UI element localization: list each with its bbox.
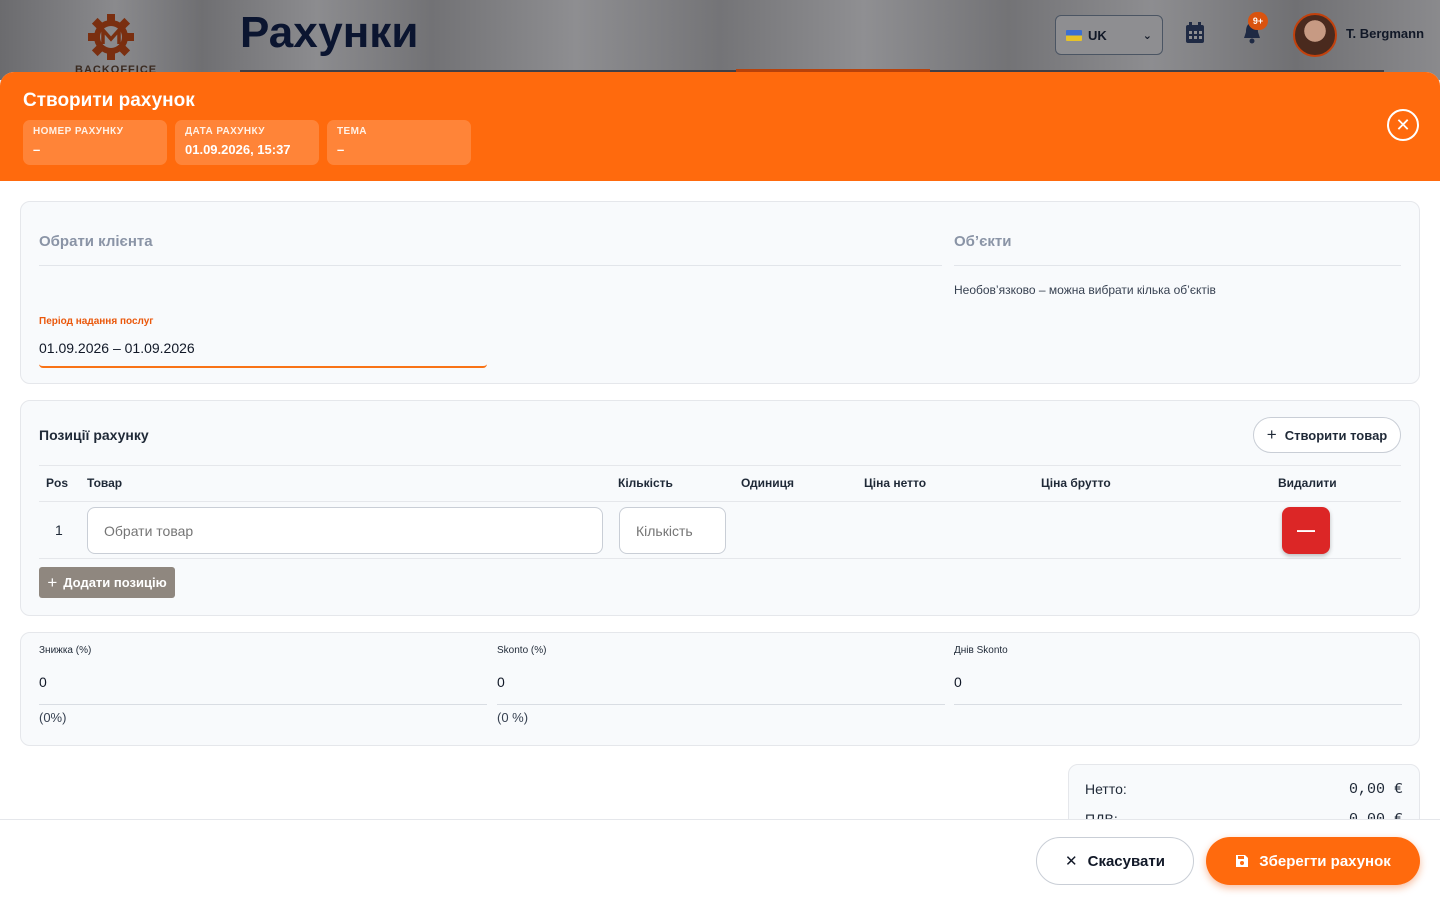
language-label: UK (1088, 27, 1107, 43)
skonto-field: Skonto (%) 0 (0 %) (497, 633, 945, 747)
objects-hint: Необов’язково – можна вибрати кілька об’… (954, 283, 1216, 297)
cancel-button[interactable]: ✕ Скасувати (1036, 837, 1194, 885)
skonto-hint: (0 %) (497, 710, 529, 725)
table-header: Pos Товар Кількість Одиниця Ціна нетто Ц… (39, 465, 1401, 502)
meta-value: 01.09.2026, 15:37 (185, 142, 291, 157)
skonto-days-label: Днів Skonto (954, 645, 1008, 656)
discount-section: Знижка (%) 0 (0%) Skonto (%) 0 (0 %) Дні… (20, 632, 1420, 746)
logo-gear-icon (88, 14, 134, 60)
delete-position-button[interactable]: — (1282, 507, 1330, 554)
calendar-icon[interactable] (1185, 22, 1205, 44)
meta-value: – (337, 142, 345, 157)
product-select-input[interactable] (87, 507, 603, 554)
create-invoice-modal: Створити рахунок НОМЕР РАХУНКУ – ДАТА РА… (0, 72, 1440, 900)
save-invoice-button[interactable]: Зберегти рахунок (1206, 837, 1420, 885)
invoice-meta: НОМЕР РАХУНКУ – ДАТА РАХУНКУ 01.09.2026,… (23, 120, 1417, 165)
net-value: 0,00 € (1348, 781, 1403, 798)
add-position-button[interactable]: + Додати позицію (39, 567, 175, 598)
skonto-label: Skonto (%) (497, 645, 547, 656)
ukraine-flag-icon (1066, 29, 1082, 41)
net-label: Нетто: (1085, 781, 1127, 797)
objects-select-underline (954, 265, 1401, 266)
page-title: Рахунки (240, 8, 419, 57)
background-header (0, 0, 1440, 80)
close-icon: ✕ (1065, 853, 1078, 870)
avatar[interactable] (1293, 13, 1337, 57)
period-input-underline (39, 364, 487, 368)
notification-badge: 9+ (1248, 12, 1268, 30)
chevron-down-icon: ⌄ (1142, 29, 1152, 42)
meta-invoice-number: НОМЕР РАХУНКУ – (23, 120, 167, 165)
skonto-days-input[interactable]: 0 (954, 674, 962, 690)
quantity-input[interactable] (619, 507, 726, 554)
close-icon: ✕ (1395, 114, 1411, 135)
plus-icon: + (1266, 425, 1277, 444)
create-product-label: Створити товар (1284, 427, 1388, 443)
skonto-input[interactable]: 0 (497, 674, 505, 690)
column-header: Кількість (618, 476, 673, 490)
position-number: 1 (55, 522, 63, 538)
period-input[interactable]: 01.09.2026 – 01.09.2026 (39, 340, 195, 356)
meta-label: ДАТА РАХУНКУ (185, 126, 265, 137)
table-row: 1 — (39, 502, 1401, 559)
meta-value: – (33, 142, 41, 157)
discount-hint: (0%) (39, 710, 67, 725)
client-select-underline (39, 265, 942, 266)
create-product-button[interactable]: + Створити товар (1253, 417, 1401, 453)
cancel-label: Скасувати (1087, 852, 1165, 870)
positions-section: Позиції рахунку + Створити товар Pos Тов… (20, 400, 1420, 616)
meta-invoice-date: ДАТА РАХУНКУ 01.09.2026, 15:37 (175, 120, 319, 165)
modal-footer: ✕ Скасувати Зберегти рахунок (0, 819, 1440, 900)
column-header: Видалити (1278, 476, 1337, 490)
discount-underline (39, 704, 487, 705)
meta-subject: ТЕМА – (327, 120, 471, 165)
minus-icon: — (1297, 520, 1315, 540)
modal-header: Створити рахунок НОМЕР РАХУНКУ – ДАТА РА… (0, 72, 1440, 181)
save-icon (1236, 855, 1249, 867)
column-header: Товар (87, 476, 123, 490)
column-header: Одиниця (741, 476, 795, 490)
add-position-label: Додати позицію (63, 575, 167, 590)
skonto-underline (497, 704, 945, 705)
discount-label: Знижка (%) (39, 645, 92, 656)
save-label: Зберегти рахунок (1259, 852, 1391, 870)
objects-select[interactable]: Об’єкти (954, 233, 1011, 250)
skonto-days-field: Днів Skonto 0 (954, 633, 1402, 747)
close-modal-button[interactable]: ✕ (1387, 109, 1419, 141)
discount-input[interactable]: 0 (39, 674, 47, 690)
modal-body: Обрати клієнта Об’єкти Необов’язково – м… (0, 181, 1440, 746)
language-select[interactable]: UK ⌄ (1055, 15, 1163, 55)
discount-field: Знижка (%) 0 (0%) (39, 633, 487, 747)
column-header: Pos (46, 476, 69, 490)
positions-title: Позиції рахунку (39, 427, 149, 443)
column-header: Ціна нетто (864, 476, 927, 490)
meta-label: НОМЕР РАХУНКУ (33, 126, 124, 137)
period-label: Період надання послуг (39, 316, 154, 327)
column-header: Ціна брутто (1041, 476, 1111, 490)
client-section: Обрати клієнта Об’єкти Необов’язково – м… (20, 201, 1420, 384)
skonto-days-underline (954, 704, 1402, 705)
client-select[interactable]: Обрати клієнта (39, 233, 153, 250)
net-total-row: Нетто: 0,00 € (1085, 781, 1403, 798)
plus-icon: + (47, 572, 58, 592)
user-name[interactable]: T. Bergmann (1346, 26, 1424, 41)
meta-label: ТЕМА (337, 126, 367, 137)
modal-title: Створити рахунок (23, 90, 195, 111)
